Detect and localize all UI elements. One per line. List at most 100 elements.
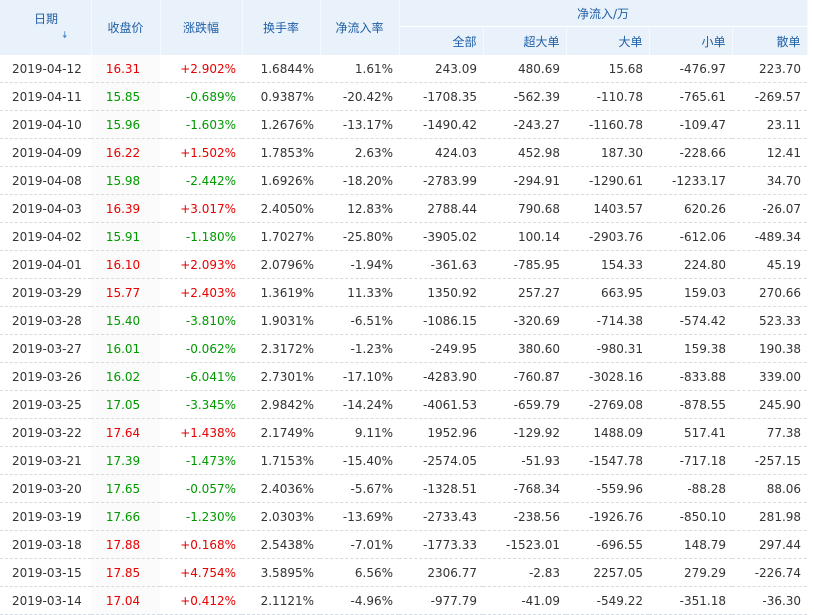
net-rate-cell: -14.24% <box>320 390 399 419</box>
turnover-cell: 1.6926% <box>242 166 320 195</box>
turnover-cell: 2.0796% <box>242 250 320 279</box>
xlarge-flow-cell: -2.83 <box>483 558 566 587</box>
small-flow-cell: -850.10 <box>649 502 732 531</box>
all-flow-cell: -3905.02 <box>399 222 483 251</box>
turnover-cell: 2.1121% <box>242 586 320 615</box>
all-flow-cell: -4283.90 <box>399 362 483 391</box>
xlarge-flow-cell: 257.27 <box>483 278 566 307</box>
date-cell: 2019-03-28 <box>0 306 91 335</box>
all-flow-cell: -1490.42 <box>399 110 483 139</box>
table-row: 2019-03-19 17.66 -1.230% 2.0303% -13.69% -273… <box>0 502 808 531</box>
turnover-cell: 1.7853% <box>242 138 320 167</box>
all-column-header[interactable]: 全部 <box>399 26 484 55</box>
small-flow-cell: 148.79 <box>649 530 732 559</box>
change-cell: -0.689% <box>160 82 242 111</box>
table-row: 2019-03-22 17.64 +1.438% 2.1749% 9.11% 1952.9… <box>0 418 808 447</box>
small-flow-cell: -476.97 <box>649 55 732 83</box>
large-flow-cell: -2903.76 <box>566 222 649 251</box>
xlarge-flow-cell: -785.95 <box>483 250 566 279</box>
xlarge-flow-cell: -294.91 <box>483 166 566 195</box>
table-row: 2019-03-18 17.88 +0.168% 2.5438% -7.01% -1773… <box>0 530 808 559</box>
table-row: 2019-04-09 16.22 +1.502% 1.7853% 2.63% 424.03… <box>0 138 808 167</box>
large-flow-cell: -1547.78 <box>566 446 649 475</box>
xlarge-flow-cell: -129.92 <box>483 418 566 447</box>
close-cell: 15.96 <box>91 110 160 139</box>
close-cell: 17.65 <box>91 474 160 503</box>
xlarge-flow-cell: -238.56 <box>483 502 566 531</box>
table-row: 2019-03-21 17.39 -1.473% 1.7153% -15.40% -257… <box>0 446 808 475</box>
all-flow-cell: -1773.33 <box>399 530 483 559</box>
change-cell: -0.062% <box>160 334 242 363</box>
date-cell: 2019-03-22 <box>0 418 91 447</box>
date-cell: 2019-04-10 <box>0 110 91 139</box>
close-cell: 16.01 <box>91 334 160 363</box>
retail-flow-cell: -36.30 <box>732 586 808 615</box>
close-cell: 17.66 <box>91 502 160 531</box>
close-cell: 17.85 <box>91 558 160 587</box>
close-cell: 17.39 <box>91 446 160 475</box>
turnover-cell: 2.7301% <box>242 362 320 391</box>
retail-flow-cell: 77.38 <box>732 418 808 447</box>
net-rate-cell: 6.56% <box>320 558 399 587</box>
change-cell: -3.345% <box>160 390 242 419</box>
large-flow-cell: -3028.16 <box>566 362 649 391</box>
turnover-cell: 2.3172% <box>242 334 320 363</box>
date-column-header[interactable]: 日期🠇 <box>0 0 92 55</box>
large-flow-cell: -696.55 <box>566 530 649 559</box>
retail-flow-cell: 190.38 <box>732 334 808 363</box>
large-flow-cell: -980.31 <box>566 334 649 363</box>
all-flow-cell: -977.79 <box>399 586 483 615</box>
small-flow-cell: -612.06 <box>649 222 732 251</box>
arrow-down-icon[interactable]: 🠇 <box>62 30 67 41</box>
small-flow-cell: -228.66 <box>649 138 732 167</box>
date-header-label: 日期 <box>34 12 59 26</box>
date-cell: 2019-03-19 <box>0 502 91 531</box>
large-flow-cell: -714.38 <box>566 306 649 335</box>
table-row: 2019-04-01 16.10 +2.093% 2.0796% -1.94% -361.… <box>0 250 808 279</box>
xlarge-column-header[interactable]: 超大单 <box>483 26 567 55</box>
large-column-header[interactable]: 大单 <box>566 26 650 55</box>
turnover-cell: 2.4036% <box>242 474 320 503</box>
all-flow-cell: -2733.43 <box>399 502 483 531</box>
small-flow-cell: -351.18 <box>649 586 732 615</box>
net-rate-cell: -1.23% <box>320 334 399 363</box>
date-cell: 2019-03-14 <box>0 586 91 615</box>
turnover-cell: 2.5438% <box>242 530 320 559</box>
retail-column-header[interactable]: 散单 <box>732 26 808 55</box>
close-cell: 17.05 <box>91 390 160 419</box>
net-rate-cell: -5.67% <box>320 474 399 503</box>
date-cell: 2019-03-20 <box>0 474 91 503</box>
date-cell: 2019-04-08 <box>0 166 91 195</box>
table-row: 2019-03-25 17.05 -3.345% 2.9842% -14.24% -406… <box>0 390 808 419</box>
retail-flow-cell: -489.34 <box>732 222 808 251</box>
turnover-cell: 0.9387% <box>242 82 320 111</box>
retail-flow-cell: 297.44 <box>732 530 808 559</box>
change-cell: +2.403% <box>160 278 242 307</box>
xlarge-flow-cell: -562.39 <box>483 82 566 111</box>
close-cell: 15.40 <box>91 306 160 335</box>
retail-flow-cell: 223.70 <box>732 55 808 83</box>
net-rate-cell: -6.51% <box>320 306 399 335</box>
date-cell: 2019-03-26 <box>0 362 91 391</box>
retail-flow-cell: 339.00 <box>732 362 808 391</box>
net-rate-column-header[interactable]: 净流入率 <box>320 0 400 55</box>
turnover-cell: 1.2676% <box>242 110 320 139</box>
large-flow-cell: -549.22 <box>566 586 649 615</box>
close-cell: 16.02 <box>91 362 160 391</box>
turnover-column-header[interactable]: 换手率 <box>242 0 321 55</box>
table-row: 2019-03-14 17.04 +0.412% 2.1121% -4.96% -977.… <box>0 586 808 615</box>
retail-flow-cell: -257.15 <box>732 446 808 475</box>
change-cell: -0.057% <box>160 474 242 503</box>
close-column-header[interactable]: 收盘价 <box>91 0 161 55</box>
net-rate-cell: -4.96% <box>320 586 399 615</box>
change-cell: -1.180% <box>160 222 242 251</box>
close-cell: 17.88 <box>91 530 160 559</box>
net-rate-cell: -7.01% <box>320 530 399 559</box>
turnover-cell: 1.7153% <box>242 446 320 475</box>
close-cell: 16.39 <box>91 194 160 223</box>
table-row: 2019-04-08 15.98 -2.442% 1.6926% -18.20% -278… <box>0 166 808 195</box>
small-column-header[interactable]: 小单 <box>649 26 733 55</box>
net-rate-cell: -18.20% <box>320 166 399 195</box>
change-column-header[interactable]: 涨跌幅 <box>160 0 243 55</box>
all-flow-cell: 1350.92 <box>399 278 483 307</box>
